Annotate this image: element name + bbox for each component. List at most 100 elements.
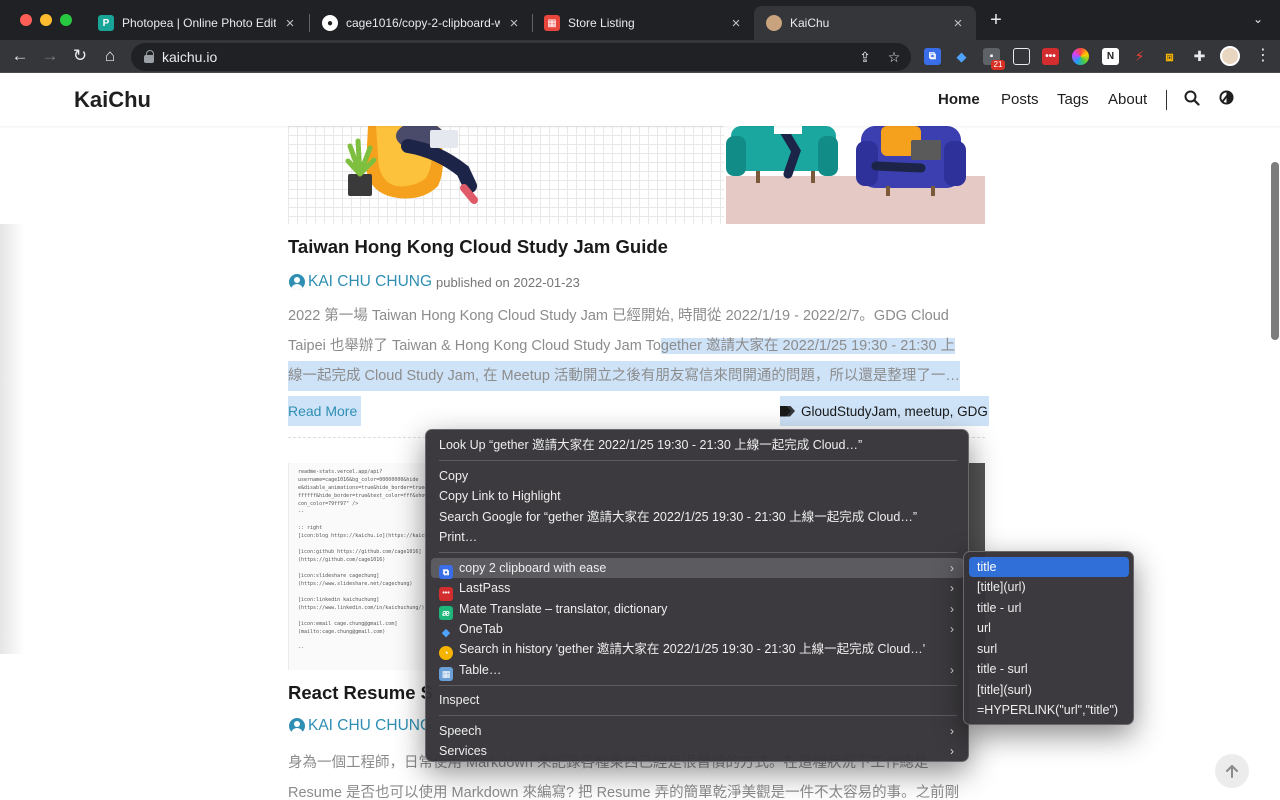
submenu-item-title-dash-url[interactable]: title - url (969, 598, 1129, 618)
avatar-icon (766, 15, 782, 31)
lock-icon[interactable] (144, 50, 154, 64)
theme-toggle-icon[interactable] (1217, 90, 1235, 108)
more-options-icon[interactable]: ⋮ (1255, 46, 1271, 66)
nav-tags[interactable]: Tags (1057, 91, 1089, 108)
reading-list-icon[interactable] (1013, 48, 1030, 65)
forward-arrow-icon[interactable]: → (40, 46, 60, 66)
code-line: -- (298, 645, 305, 651)
code-line: readme-stats.vercel.app/api? (298, 469, 383, 475)
code-line: con_color=79ff97" /> (298, 501, 359, 507)
search-icon[interactable] (1183, 90, 1201, 108)
close-window-button[interactable] (20, 14, 32, 26)
submenu-item-title-dash-surl[interactable]: title - surl (969, 659, 1129, 679)
close-tab-icon[interactable]: × (282, 15, 298, 32)
bolt-extension-icon[interactable]: ⚡ (1131, 48, 1148, 65)
menu-item-speech[interactable]: Speech › (431, 721, 964, 741)
menu-item-search-history[interactable]: ◔ Search in history 'gether 邀請大家在 2022/1/… (431, 639, 964, 660)
menu-item-copy-2-clipboard[interactable]: ⧉ copy 2 clipboard with ease › (431, 558, 964, 579)
profile-avatar[interactable] (1220, 46, 1240, 66)
menu-item-inspect[interactable]: Inspect (431, 690, 964, 710)
post-tags: GloudStudyJam, meetup, GDG (780, 396, 989, 426)
submenu-item-title-surl-markdown[interactable]: [title](surl) (969, 680, 1129, 700)
tab-photopea[interactable]: P Photopea | Online Photo Editor × (86, 6, 308, 40)
menu-item-services[interactable]: Services › (431, 741, 964, 761)
author-link[interactable]: KAI CHU CHUNG (308, 273, 432, 291)
chevron-right-icon: › (950, 724, 954, 738)
site-logo[interactable]: KaiChu (74, 87, 151, 113)
submenu-item-hyperlink[interactable]: =HYPERLINK("url","title") (969, 700, 1129, 720)
tab-github[interactable]: ● cage1016/copy-2-clipboard-wi × (310, 6, 532, 40)
github-icon: ● (322, 15, 338, 31)
extension-badge: 21 (991, 60, 1005, 70)
reload-icon[interactable]: ↻ (70, 46, 90, 66)
tab-search-chevron-icon[interactable]: ⌄ (1250, 12, 1266, 28)
read-more-link[interactable]: Read More (288, 396, 362, 426)
submenu-item-surl[interactable]: surl (969, 639, 1129, 659)
post-title[interactable]: Taiwan Hong Kong Cloud Study Jam Guide (288, 236, 668, 258)
submenu-item-url[interactable]: url (969, 618, 1129, 638)
context-menu: Look Up “gether 邀請大家在 2022/1/25 19:30 - … (425, 429, 969, 762)
color-picker-extension-icon[interactable] (1072, 48, 1089, 65)
menu-item-look-up[interactable]: Look Up “gether 邀請大家在 2022/1/25 19:30 - … (431, 435, 964, 455)
tag-links[interactable]: GloudStudyJam, meetup, GDG (801, 404, 988, 419)
code-line: [icon:blog https://kaichu.io](https://ka… (298, 533, 443, 539)
lastpass-extension-icon[interactable]: ••• (1042, 48, 1059, 65)
post-meta: KAI CHU CHUNG published on 2022-01-23 (289, 272, 580, 292)
code-line: (https://www.linkedin.com/in/kaichuchung… (298, 605, 425, 611)
close-tab-icon[interactable]: × (950, 15, 966, 32)
notion-extension-icon[interactable]: N (1102, 48, 1119, 65)
chevron-right-icon: › (950, 602, 954, 616)
address-url[interactable]: kaichu.io (162, 49, 217, 65)
tab-extension-icon[interactable]: ⧈ (1161, 48, 1178, 65)
menu-item-copy-link-to-highlight[interactable]: Copy Link to Highlight (431, 486, 964, 506)
tags-icon (780, 405, 797, 418)
code-line: [icon:email cage.chung@gmail.com] (298, 621, 398, 627)
minimize-window-button[interactable] (40, 14, 52, 26)
menu-item-mate-translate[interactable]: æ Mate Translate – translator, dictionary… (431, 599, 964, 620)
tab-kaichu[interactable]: KaiChu × (754, 6, 976, 40)
user-circle-icon (289, 274, 305, 290)
page-scrollbar[interactable] (1271, 162, 1279, 340)
author-link[interactable]: KAI CHU CHUNG (308, 717, 432, 735)
post-excerpt-line: 2022 第一場 Taiwan Hong Kong Cloud Study Ja… (288, 308, 949, 324)
nav-posts[interactable]: Posts (1001, 91, 1039, 108)
menu-item-lastpass[interactable]: ••• LastPass › (431, 578, 964, 601)
bookmark-star-icon[interactable]: ☆ (885, 48, 903, 66)
onetab-extension-icon[interactable]: ◆ (953, 48, 970, 65)
store-icon: ▦ (544, 15, 560, 31)
table-icon: ▦ (439, 667, 453, 681)
menu-item-table[interactable]: ▦ Table… › (431, 660, 964, 681)
code-line: :: right (298, 525, 323, 531)
close-tab-icon[interactable]: × (728, 15, 744, 32)
mate-translate-icon: æ (439, 606, 453, 620)
new-tab-button[interactable]: + (985, 10, 1007, 32)
home-icon[interactable]: ⌂ (100, 46, 120, 66)
menu-item-onetab[interactable]: ◆ OneTab › (431, 619, 964, 639)
copy2clipboard-icon: ⧉ (439, 565, 453, 579)
history-icon: ◔ (439, 646, 453, 660)
post-title[interactable]: React Resume S (288, 682, 433, 704)
copy2clipboard-extension-icon[interactable]: ⧉ (924, 48, 941, 65)
code-line: (mailto:cage.chung@gmail.com) (298, 629, 386, 635)
nav-home[interactable]: Home (938, 91, 980, 108)
menu-item-copy[interactable]: Copy (431, 466, 964, 486)
puzzle-extensions-icon[interactable]: ✚ (1191, 48, 1208, 65)
published-date: published on 2022-01-23 (436, 274, 580, 290)
close-tab-icon[interactable]: × (506, 15, 522, 32)
back-arrow-icon[interactable]: ← (10, 46, 30, 66)
share-icon[interactable]: ⇪ (856, 48, 874, 66)
submenu-item-title[interactable]: title (969, 557, 1129, 577)
menu-item-print[interactable]: Print… (431, 527, 964, 547)
submenu-item-title-url-markdown[interactable]: [title](url) (969, 577, 1129, 597)
menu-separator (439, 715, 957, 716)
nav-about[interactable]: About (1108, 91, 1147, 108)
post-cover-image[interactable] (288, 126, 985, 224)
code-line: username=cage1016&bg_color=00000000&hide (298, 477, 419, 483)
code-line: ffffff&hide_border=true&text_color=fff&s… (298, 493, 437, 499)
maximize-window-button[interactable] (60, 14, 72, 26)
code-line: (https://www.slideshare.net/cagechung) (298, 581, 413, 587)
address-bar[interactable]: kaichu.io ⇪ ☆ (131, 43, 911, 71)
back-to-top-button[interactable] (1215, 754, 1249, 788)
tab-store-listing[interactable]: ▦ Store Listing × (532, 6, 754, 40)
menu-item-search-google[interactable]: Search Google for “gether 邀請大家在 2022/1/2… (431, 507, 964, 527)
